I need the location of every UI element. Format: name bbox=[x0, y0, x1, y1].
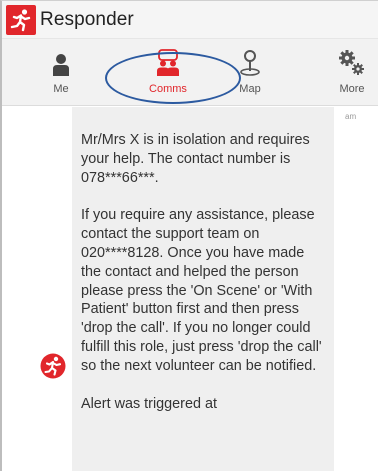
annotation-circle bbox=[105, 52, 241, 104]
tab-me[interactable]: Me bbox=[21, 45, 101, 101]
tab-map-label: Map bbox=[239, 83, 261, 95]
running-person-icon bbox=[6, 4, 36, 35]
person-icon bbox=[52, 45, 70, 77]
running-person-avatar-icon bbox=[40, 353, 66, 379]
message-paragraph: Mr/Mrs X is in isolation and requires yo… bbox=[81, 132, 310, 186]
gears-icon bbox=[339, 45, 365, 77]
message-paragraph: Alert was triggered at bbox=[81, 395, 217, 412]
tab-me-label: Me bbox=[53, 83, 69, 95]
app-window: Responder Me Comms Map More Mr/Mrs X is … bbox=[0, 0, 378, 471]
tab-more[interactable]: More bbox=[312, 45, 378, 101]
tab-more-label: More bbox=[339, 83, 365, 95]
message-thread[interactable]: Mr/Mrs X is in isolation and requires yo… bbox=[2, 107, 378, 471]
app-title: Responder bbox=[40, 8, 134, 30]
map-pin-icon bbox=[239, 45, 261, 77]
message-bubble: Mr/Mrs X is in isolation and requires yo… bbox=[72, 107, 334, 471]
message-paragraph: If you require any assistance, please co… bbox=[81, 207, 322, 374]
app-bar: Responder bbox=[2, 1, 378, 39]
message-timestamp: am bbox=[345, 112, 357, 121]
